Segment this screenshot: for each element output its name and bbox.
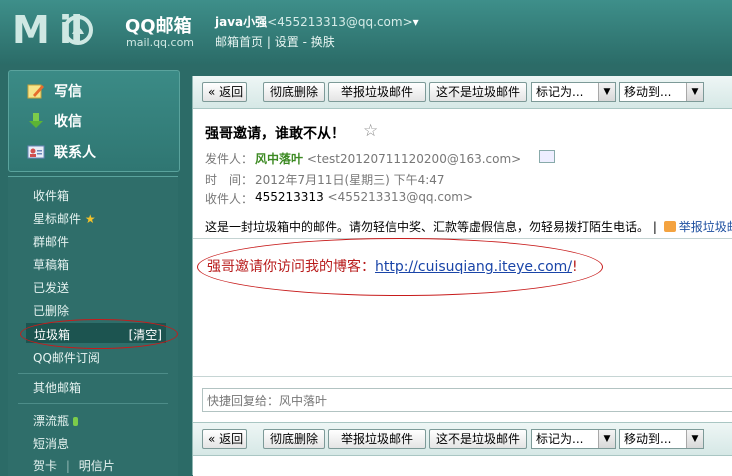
empty-trash-button[interactable]: [清空]: [129, 326, 162, 343]
folder-inbox[interactable]: 收件箱: [33, 187, 69, 204]
brand-name: QQ邮箱: [125, 16, 192, 37]
from-label: 发件人：: [205, 152, 254, 166]
email-body: 强哥邀请你访问我的博客：http://cuisuqiang.iteye.com/…: [207, 256, 578, 276]
email-subject: 强哥邀请，谁敢不从！: [205, 126, 345, 142]
user-name: java小强: [215, 15, 268, 29]
contact-card-icon[interactable]: [539, 150, 555, 163]
sender-email: <test20120711120200@163.com>: [306, 152, 522, 166]
toolbar-top: « 返回 彻底删除 举报垃圾邮件 这不是垃圾邮件 标记为... ▼ 移动到...…: [193, 76, 732, 109]
time-value: 2012年7月11日(星期三) 下午4:47: [255, 173, 445, 187]
to-value: 455213313 <455213313@qq.com>: [255, 190, 473, 204]
delete-permanently-button[interactable]: 彻底删除: [263, 429, 325, 449]
chevron-down-icon: ▼: [598, 83, 615, 101]
mark-as-select[interactable]: 标记为... ▼: [531, 429, 616, 449]
mark-as-select[interactable]: 标记为... ▼: [531, 82, 616, 102]
greeting-card-link[interactable]: 贺卡: [33, 459, 57, 473]
report-icon: [663, 221, 676, 232]
link-skin[interactable]: 换肤: [311, 35, 335, 49]
sms[interactable]: 短消息: [33, 435, 69, 452]
chevron-down-icon[interactable]: ▾: [413, 15, 419, 29]
to-label: 收件人：: [205, 192, 254, 206]
contacts-label: 联系人: [54, 145, 96, 161]
back-button[interactable]: « 返回: [202, 82, 247, 102]
cards-row: 贺卡 | 明信片: [33, 457, 115, 474]
sidebar-primary: 写信 收信 联系人: [8, 70, 180, 172]
folder-starred-label: 星标邮件: [33, 212, 82, 226]
toolbar-bottom: « 返回 彻底删除 举报垃圾邮件 这不是垃圾邮件 标记为... ▼ 移动到...…: [193, 422, 732, 456]
compose-button[interactable]: 写信: [27, 79, 82, 103]
receive-button[interactable]: 收信: [27, 109, 82, 133]
bottle-icon: [72, 417, 78, 426]
report-spam-button[interactable]: 举报垃圾邮件: [328, 82, 426, 102]
divider: [193, 238, 732, 239]
header-links: 邮箱首页 | 设置 - 换肤: [215, 33, 335, 50]
bell-logo-icon: [63, 15, 93, 45]
body-text: 强哥邀请你访问我的博客：: [207, 259, 375, 275]
folder-starred[interactable]: 星标邮件 ★: [33, 210, 96, 227]
recipient-email: <455213313@qq.com>: [327, 190, 474, 204]
folder-sent[interactable]: 已发送: [33, 279, 69, 296]
report-spam-link[interactable]: 举报垃圾邮件: [679, 220, 732, 234]
not-spam-button[interactable]: 这不是垃圾邮件: [429, 429, 527, 449]
move-to-label: 移动到...: [624, 432, 672, 446]
folder-deleted[interactable]: 已删除: [33, 302, 69, 319]
link-settings[interactable]: 设置: [275, 35, 299, 49]
mark-as-label: 标记为...: [536, 432, 584, 446]
mark-as-label: 标记为...: [536, 85, 584, 99]
message-pane: « 返回 彻底删除 举报垃圾邮件 这不是垃圾邮件 标记为... ▼ 移动到...…: [192, 76, 732, 476]
chevron-down-icon: ▼: [686, 430, 703, 448]
cards-separator: |: [65, 459, 70, 473]
compose-label: 写信: [54, 84, 82, 100]
move-to-select[interactable]: 移动到... ▼: [619, 82, 704, 102]
divider: [18, 403, 168, 404]
spam-warning-text: 这是一封垃圾箱中的邮件。请勿轻信中奖、汇款等虚假信息，勿轻易拨打陌生电话。: [205, 220, 650, 234]
from-value: 风中落叶 <test20120711120200@163.com>: [255, 150, 521, 167]
chevron-down-icon: ▼: [598, 430, 615, 448]
back-button[interactable]: « 返回: [202, 429, 247, 449]
time-label: 时 间：: [205, 173, 254, 187]
star-toggle-icon[interactable]: ☆: [363, 121, 378, 141]
pencil-icon: [27, 84, 44, 99]
folder-qq-subscribe[interactable]: QQ邮件订阅: [33, 349, 100, 366]
folder-list: 收件箱 星标邮件 ★ 群邮件 草稿箱 已发送 已删除 垃圾箱 [清空] QQ邮件…: [8, 176, 178, 476]
app-header: M il QQ邮箱 mail.qq.com java小强<455213313@q…: [0, 0, 732, 64]
download-icon: [29, 113, 43, 128]
recipient-name: 455213313: [255, 190, 324, 204]
blog-link[interactable]: http://cuisuqiang.iteye.com/: [375, 259, 572, 275]
contacts-icon: [27, 145, 45, 159]
not-spam-button[interactable]: 这不是垃圾邮件: [429, 82, 527, 102]
folder-trash-label: 垃圾箱: [34, 328, 71, 342]
star-icon: ★: [84, 212, 96, 226]
user-account[interactable]: java小强<455213313@qq.com>▾: [215, 13, 419, 30]
folder-drafts[interactable]: 草稿箱: [33, 256, 69, 273]
report-spam-button[interactable]: 举报垃圾邮件: [328, 429, 426, 449]
chevron-down-icon: ▼: [686, 83, 703, 101]
drift-bottle[interactable]: 漂流瓶: [33, 412, 78, 429]
folder-trash[interactable]: 垃圾箱 [清空]: [26, 323, 166, 343]
move-to-select[interactable]: 移动到... ▼: [619, 429, 704, 449]
divider: [18, 373, 168, 374]
move-to-label: 移动到...: [624, 85, 672, 99]
brand-url: mail.qq.com: [126, 36, 195, 49]
link-separator: |: [266, 35, 271, 49]
spam-warning: 这是一封垃圾箱中的邮件。请勿轻信中奖、汇款等虚假信息，勿轻易拨打陌生电话。 | …: [205, 218, 732, 235]
user-email: <455213313@qq.com>: [267, 15, 413, 29]
contacts-button[interactable]: 联系人: [27, 140, 96, 164]
sender-name[interactable]: 风中落叶: [255, 152, 303, 166]
other-mailboxes[interactable]: 其他邮箱: [33, 379, 81, 396]
link-dash: -: [302, 35, 307, 49]
delete-permanently-button[interactable]: 彻底删除: [263, 82, 325, 102]
folder-group-mail[interactable]: 群邮件: [33, 233, 69, 250]
receive-label: 收信: [54, 114, 82, 130]
notice-separator: |: [652, 220, 657, 234]
quick-reply-input[interactable]: 快捷回复给：风中落叶: [202, 388, 732, 412]
body-suffix: !: [572, 259, 578, 275]
drift-bottle-label: 漂流瓶: [33, 414, 70, 428]
postcard-link[interactable]: 明信片: [79, 459, 115, 473]
link-mail-home[interactable]: 邮箱首页: [215, 35, 263, 49]
